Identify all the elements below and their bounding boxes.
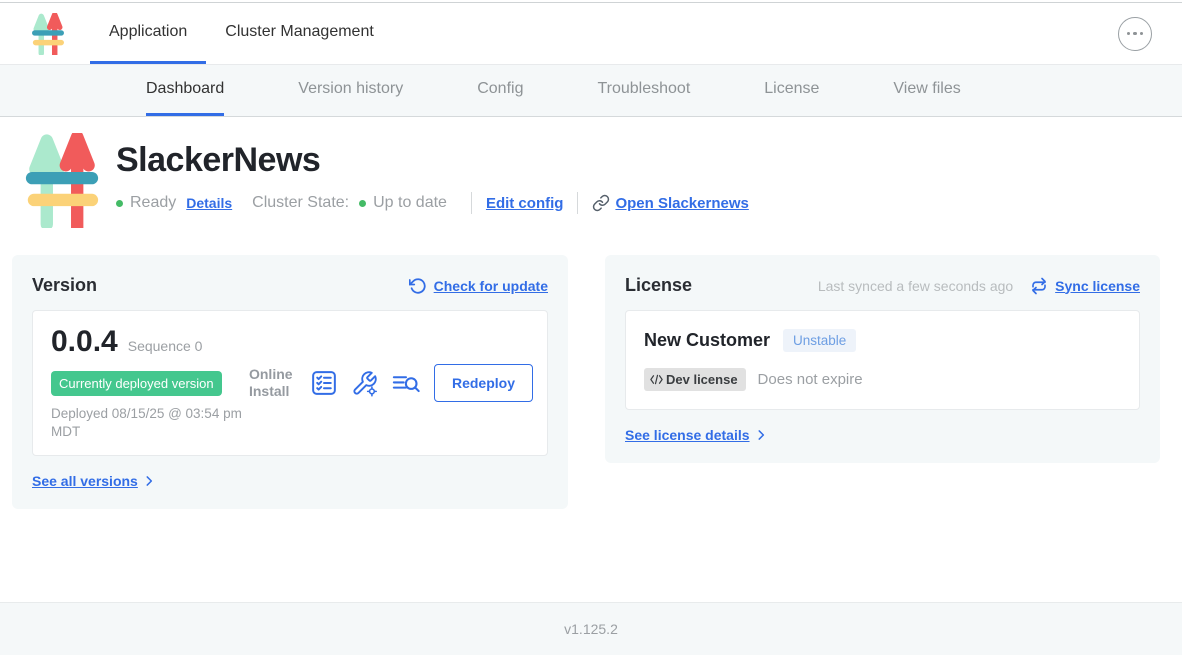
open-app-link[interactable]: Open Slackernews (592, 194, 748, 212)
app-header: SlackerNews Ready Details Cluster State:… (0, 117, 1182, 248)
version-card: Version Check for update 0.0.4 Sequence … (12, 255, 568, 509)
tab-label: License (764, 80, 819, 98)
topnav-tab-application[interactable]: Application (90, 3, 206, 64)
link-icon (592, 194, 610, 212)
ellipsis-icon (1140, 32, 1144, 36)
ellipsis-icon (1133, 32, 1137, 36)
sequence-label: Sequence 0 (128, 338, 203, 354)
current-version-panel: 0.0.4 Sequence 0 Currently deployed vers… (32, 310, 548, 456)
license-card-title: License (625, 275, 692, 296)
chevron-right-icon (142, 474, 156, 488)
tab-label: Config (477, 80, 523, 98)
app-status-dot (116, 200, 123, 207)
last-synced-text: Last synced a few seconds ago (818, 278, 1013, 294)
view-logs-icon (391, 369, 421, 397)
topnav-tab-cluster-management[interactable]: Cluster Management (206, 3, 393, 64)
console-version: v1.125.2 (564, 621, 618, 637)
sync-icon (1030, 277, 1048, 295)
edit-config-link[interactable]: Edit config (486, 195, 564, 212)
preflight-checks-button[interactable] (310, 369, 338, 397)
tab-config[interactable]: Config (477, 65, 523, 116)
tab-label: View files (893, 80, 960, 98)
tab-version-history[interactable]: Version history (298, 65, 403, 116)
slackernews-logo-icon (30, 13, 66, 55)
code-icon (649, 373, 664, 386)
app-title: SlackerNews (116, 141, 749, 180)
ellipsis-icon (1127, 32, 1131, 36)
cluster-state-value: Up to date (373, 194, 447, 212)
version-actions: Online Install (249, 364, 533, 402)
license-type-label: Dev license (666, 372, 738, 387)
version-card-title: Version (32, 275, 97, 296)
currently-deployed-badge: Currently deployed version (51, 371, 222, 396)
version-number: 0.0.4 (51, 325, 118, 359)
refresh-icon (409, 277, 427, 295)
tab-dashboard[interactable]: Dashboard (146, 65, 224, 116)
open-app-link-label: Open Slackernews (615, 195, 748, 212)
view-diff-button[interactable] (391, 369, 421, 397)
see-license-details-link[interactable]: See license details (625, 427, 1140, 443)
tab-label: Version history (298, 80, 403, 98)
tab-label: Troubleshoot (597, 80, 690, 98)
console-footer: v1.125.2 (0, 602, 1182, 655)
customer-name: New Customer (644, 330, 770, 351)
more-menu-button[interactable] (1118, 17, 1152, 51)
divider (577, 192, 578, 214)
sync-license-link[interactable]: Sync license (1055, 278, 1140, 294)
check-for-update-link[interactable]: Check for update (434, 278, 548, 294)
see-all-versions-link[interactable]: See all versions (32, 473, 548, 489)
tab-label: Dashboard (146, 80, 224, 98)
deployed-timestamp: Deployed 08/15/25 @ 03:54 pm MDT (51, 405, 269, 441)
license-card: License Last synced a few seconds ago Sy… (605, 255, 1160, 463)
topnav-tab-label: Cluster Management (225, 23, 374, 41)
top-nav: Application Cluster Management (0, 3, 1182, 65)
see-all-versions-label: See all versions (32, 473, 138, 489)
edit-config-button[interactable] (351, 370, 378, 397)
app-status-row: Ready Details Cluster State: Up to date … (116, 192, 749, 214)
install-type-label: Online Install (249, 366, 297, 401)
chevron-right-icon (754, 428, 768, 442)
topnav-tab-label: Application (109, 23, 187, 41)
brand-logo[interactable] (30, 3, 66, 64)
tab-troubleshoot[interactable]: Troubleshoot (597, 65, 690, 116)
channel-badge: Unstable (783, 329, 856, 352)
topnav-spacer (393, 3, 1118, 64)
dashboard-cards: Version Check for update 0.0.4 Sequence … (12, 255, 1160, 509)
preflight-checks-icon (310, 369, 338, 397)
divider (471, 192, 472, 214)
app-sub-nav: Dashboard Version history Config Trouble… (0, 65, 1182, 117)
app-status-text: Ready (130, 194, 176, 212)
configure-wrench-icon (351, 370, 378, 397)
status-details-link[interactable]: Details (186, 195, 232, 211)
cluster-state-dot (359, 200, 366, 207)
license-type-badge: Dev license (644, 368, 746, 391)
tab-view-files[interactable]: View files (893, 65, 960, 116)
tab-license[interactable]: License (764, 65, 819, 116)
cluster-state-label: Cluster State: (252, 194, 349, 212)
redeploy-button[interactable]: Redeploy (434, 364, 533, 402)
see-license-details-label: See license details (625, 427, 750, 443)
license-expiry-text: Does not expire (758, 371, 863, 388)
app-logo-icon (22, 133, 102, 228)
license-panel: New Customer Unstable Dev license Does n… (625, 310, 1140, 410)
